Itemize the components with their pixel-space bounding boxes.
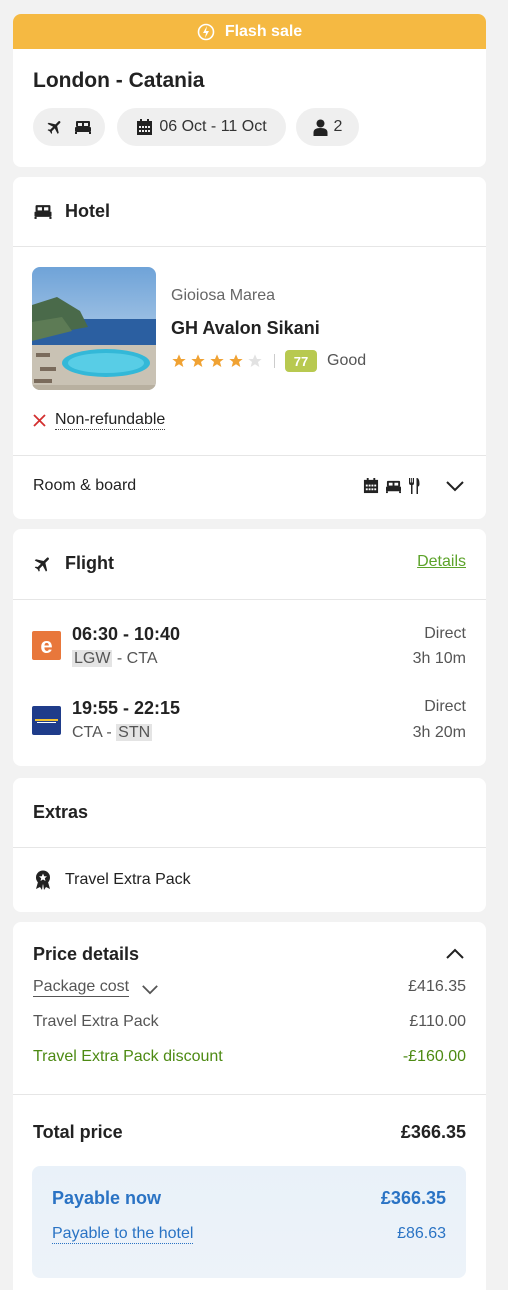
extra-pack-label: Travel Extra Pack xyxy=(33,1013,159,1030)
chevron-down-icon[interactable] xyxy=(445,480,465,492)
ryanair-logo xyxy=(32,706,61,735)
divider xyxy=(13,455,486,456)
payable-hotel-row[interactable]: Payable to the hotel £86.63 xyxy=(52,1225,446,1244)
total-price-row: Total price £366.35 xyxy=(33,1122,466,1143)
room-board-icons[interactable] xyxy=(363,478,420,494)
chevron-up-icon[interactable] xyxy=(445,948,465,960)
origin-airport: LGW xyxy=(72,650,113,667)
flight-type: Direct xyxy=(424,625,466,642)
divider xyxy=(13,847,486,848)
discount-value: -£160.00 xyxy=(402,1048,466,1065)
payable-now-value: £366.35 xyxy=(380,1188,446,1208)
plane-icon xyxy=(34,556,49,572)
extra-item-label: Travel Extra Pack xyxy=(65,871,191,888)
price-row-extra: Travel Extra Pack £110.00 xyxy=(33,1013,466,1031)
payable-hotel-label: Payable to the hotel xyxy=(52,1225,194,1244)
refund-policy-label: Non-refundable xyxy=(55,411,166,430)
destination-airport: CTA xyxy=(126,650,158,667)
flight-times: 19:55 - 22:15 xyxy=(72,698,181,718)
room-board-label: Room & board xyxy=(33,477,137,494)
travellers-count: 2 xyxy=(333,118,343,135)
total-price-value: £366.35 xyxy=(400,1122,466,1142)
rating-separator xyxy=(274,354,275,368)
bed-icon xyxy=(34,205,52,219)
discount-label: Travel Extra Pack discount xyxy=(33,1048,223,1065)
hotel-card: Hotel Gioiosa Marea GH Avalon Sikani 77 … xyxy=(13,177,486,519)
score-badge: 77 xyxy=(285,350,317,372)
svg-text:e: e xyxy=(40,633,52,658)
hotel-rating: 77 Good xyxy=(171,350,366,372)
trip-title: London - Catania xyxy=(33,69,205,92)
bed-icon xyxy=(386,480,401,493)
destination-airport: STN xyxy=(116,724,153,741)
payable-now-row: Payable now £366.35 xyxy=(52,1188,446,1209)
flight-section-header: Flight xyxy=(33,553,114,574)
star-filled-icon xyxy=(191,354,205,367)
hotel-city: Gioiosa Marea xyxy=(171,287,276,304)
flight-card: Flight Details e 06:30 - 10:40 LGW - CTA… xyxy=(13,529,486,766)
flight-details-link[interactable]: Details xyxy=(417,553,466,571)
close-icon xyxy=(33,414,46,427)
flight-duration: 3h 10m xyxy=(412,650,466,667)
dates-text: 06 Oct - 11 Oct xyxy=(159,118,267,135)
payable-hotel-value: £86.63 xyxy=(397,1225,446,1242)
flight-duration: 3h 20m xyxy=(412,724,466,741)
flight-route: LGW - CTA xyxy=(72,650,158,667)
price-details-card: Price details Package cost £416.35 Trave… xyxy=(13,922,486,1290)
star-empty-icon xyxy=(248,354,262,367)
trip-type-pill[interactable] xyxy=(33,108,105,146)
payable-now-label: Payable now xyxy=(52,1188,162,1208)
flash-icon xyxy=(197,23,215,40)
extra-item: Travel Extra Pack xyxy=(35,870,191,890)
bed-icon xyxy=(75,121,91,134)
flash-sale-banner: Flash sale xyxy=(13,14,486,49)
trip-summary-card: Flash sale London - Catania 06 Oct - 11 … xyxy=(13,14,486,167)
price-row-discount: Travel Extra Pack discount -£160.00 xyxy=(33,1048,466,1066)
easyjet-logo: e xyxy=(32,631,61,660)
star-filled-icon xyxy=(172,354,186,367)
cutlery-icon xyxy=(409,478,420,494)
divider xyxy=(13,1094,486,1095)
total-price-label: Total price xyxy=(33,1122,123,1142)
flight-section-title: Flight xyxy=(65,553,114,573)
price-row-package[interactable]: Package cost £416.35 xyxy=(33,978,466,997)
hotel-section-title: Hotel xyxy=(65,201,110,221)
flight-route: CTA - STN xyxy=(72,724,153,741)
package-cost-label: Package cost xyxy=(33,978,130,997)
person-icon xyxy=(313,119,328,136)
flash-sale-label: Flash sale xyxy=(224,22,303,40)
star-filled-icon xyxy=(229,354,243,367)
chevron-down-icon xyxy=(142,985,158,995)
calendar-icon xyxy=(363,478,379,494)
flight-type: Direct xyxy=(424,698,466,715)
divider xyxy=(13,599,486,600)
travellers-pill[interactable]: 2 xyxy=(296,108,359,146)
dates-pill[interactable]: 06 Oct - 11 Oct xyxy=(117,108,286,146)
extras-section-title: Extras xyxy=(33,802,89,822)
refund-policy[interactable]: Non-refundable xyxy=(33,411,166,430)
hotel-section-header: Hotel xyxy=(33,201,110,222)
flight-times: 06:30 - 10:40 xyxy=(72,624,181,644)
hotel-photo[interactable] xyxy=(32,267,156,390)
price-section-title: Price details xyxy=(33,944,140,964)
origin-airport: CTA xyxy=(72,724,102,741)
package-cost-value: £416.35 xyxy=(408,978,466,995)
divider xyxy=(13,246,486,247)
hotel-name[interactable]: GH Avalon Sikani xyxy=(171,318,320,339)
award-badge-icon xyxy=(36,870,50,890)
extra-pack-value: £110.00 xyxy=(409,1013,466,1030)
extras-card: Extras Travel Extra Pack xyxy=(13,778,486,912)
plane-icon xyxy=(47,121,61,134)
calendar-icon xyxy=(137,118,153,135)
score-text: Good xyxy=(327,352,367,369)
star-filled-icon xyxy=(210,354,224,367)
payable-summary: Payable now £366.35 Payable to the hotel… xyxy=(32,1166,466,1278)
